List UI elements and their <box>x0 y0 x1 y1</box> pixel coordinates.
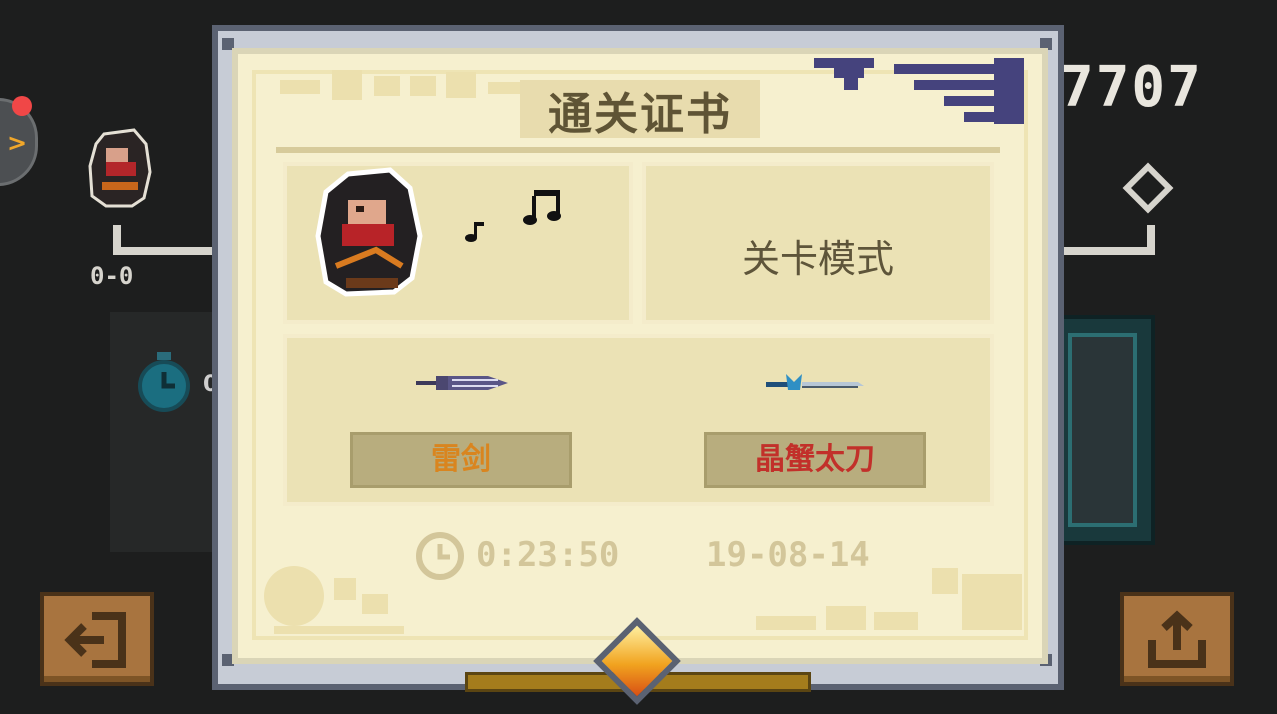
background-bracket-left <box>113 225 218 255</box>
background-character-portrait <box>88 128 152 208</box>
certificate-title: 通关证书 <box>548 89 732 140</box>
weapon-2-name: 晶蟹太刀 <box>704 432 926 488</box>
game-mode-label: 关卡模式 <box>741 237 894 281</box>
clear-time: 0:23:50 <box>476 535 620 575</box>
diamond-icon <box>1122 162 1174 214</box>
character-portrait <box>315 167 423 297</box>
background-portal-panel <box>1050 315 1155 545</box>
share-button[interactable] <box>1120 592 1234 686</box>
chevron-right-icon: > <box>7 129 28 157</box>
clear-date: 19-08-14 <box>706 535 870 575</box>
weapon-1-name: 雷剑 <box>350 432 572 488</box>
exit-button[interactable] <box>40 592 154 686</box>
exit-door-icon <box>64 612 126 668</box>
background-bracket-right <box>1055 225 1155 255</box>
notification-dot <box>12 96 32 116</box>
share-upload-icon <box>1148 610 1206 668</box>
title-divider <box>276 147 1000 153</box>
ornament-top-left <box>280 70 520 100</box>
ornament-bottom-left <box>264 566 404 634</box>
stopwatch-icon <box>138 352 190 412</box>
crystal-crab-katana-icon <box>766 374 864 390</box>
clock-icon <box>416 532 464 580</box>
background-level-label: 0-0 <box>90 262 134 290</box>
thunder-sword-icon <box>416 376 508 390</box>
music-notes-icon <box>465 190 561 242</box>
pennant-flag-icon <box>814 58 1024 124</box>
background-score: 7707 <box>1060 55 1203 120</box>
